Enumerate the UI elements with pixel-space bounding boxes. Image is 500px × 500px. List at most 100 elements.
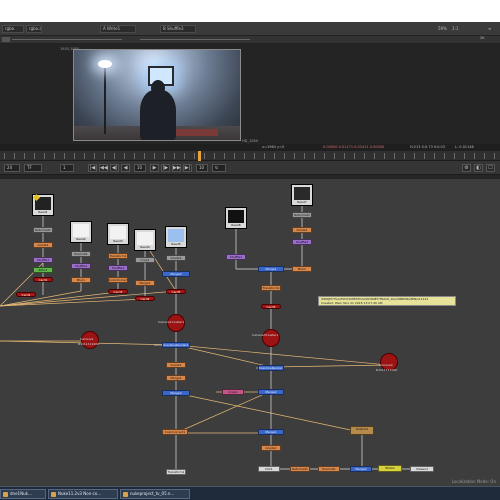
card-node-3[interactable]: Card3 bbox=[108, 289, 128, 294]
zoom-level[interactable]: 59% bbox=[438, 26, 447, 31]
viewer-menu-icon[interactable]: ≡ bbox=[488, 26, 491, 31]
node-roto[interactable]: Roto1 bbox=[33, 267, 53, 273]
node-grade-r[interactable]: Grade1 bbox=[292, 227, 312, 233]
output-node[interactable]: Output1 bbox=[350, 426, 374, 435]
gain-slider[interactable] bbox=[2, 37, 10, 42]
node-merge-a[interactable]: Merge1 bbox=[135, 280, 155, 286]
read-node-6[interactable]: Read6 bbox=[225, 207, 247, 229]
viewer-lock-icon[interactable]: ◧ bbox=[474, 164, 483, 172]
node-crop[interactable]: Crop1 bbox=[135, 257, 155, 263]
taskbar-item-3[interactable]: nukeproject_tv_05.n... bbox=[120, 489, 190, 499]
localization-mode-label: Localization Mode: On bbox=[451, 479, 496, 484]
node-merge-r2[interactable]: Merge2 bbox=[258, 389, 284, 395]
card-node-2[interactable]: Card2 bbox=[16, 292, 36, 297]
card-node-r[interactable]: Card3 bbox=[261, 304, 281, 309]
rug bbox=[174, 129, 218, 136]
node-merge-low[interactable]: Merge2 bbox=[350, 466, 372, 472]
read-node-label: Read3 bbox=[113, 239, 123, 243]
end-frame-field[interactable]: 10 bbox=[196, 164, 208, 172]
next-frame-button[interactable]: |▶ bbox=[161, 164, 170, 172]
card-node-1[interactable]: Card1 bbox=[33, 277, 53, 282]
prev-keyframe-button[interactable]: ◀◀ bbox=[99, 164, 108, 172]
node-scanline-render-1[interactable]: ScanlineRender1 bbox=[162, 342, 190, 348]
node-dot-low[interactable]: Dot1 bbox=[258, 466, 280, 472]
current-frame-field[interactable]: 1 bbox=[60, 164, 74, 172]
write-node[interactable]: Write1 bbox=[378, 465, 402, 472]
node-premult-low[interactable]: Premult1 bbox=[318, 466, 340, 472]
node-reformat-r[interactable]: Reformat1 bbox=[292, 212, 312, 218]
read-node-label: Read1 bbox=[38, 210, 48, 214]
card-node-4[interactable]: Card4 bbox=[135, 296, 155, 301]
read-node-2[interactable]: Read2 bbox=[70, 221, 92, 243]
node-transform-r[interactable]: Transform1 bbox=[261, 285, 281, 291]
viewer-settings-icon[interactable]: ⚙ bbox=[462, 164, 471, 172]
camera-node-3[interactable] bbox=[262, 329, 280, 347]
input-a-select[interactable]: A Write1 bbox=[100, 25, 136, 33]
node-premult[interactable]: Premult1 bbox=[71, 251, 91, 257]
zoom-ratio[interactable]: 1:1 bbox=[452, 26, 458, 31]
node-crop-m[interactable]: Crop1 bbox=[222, 389, 244, 395]
read-thumbnail bbox=[168, 229, 184, 242]
node-reformat[interactable]: Reformat1 bbox=[33, 227, 53, 233]
node-transform[interactable]: Transform1 bbox=[108, 253, 128, 259]
node-grade-m[interactable]: Grade1 bbox=[166, 362, 186, 368]
read-node-7[interactable]: Read7 bbox=[291, 184, 313, 206]
next-keyframe-button[interactable]: ▶▶ bbox=[172, 164, 181, 172]
card-node-5[interactable]: Card5 bbox=[166, 289, 186, 294]
node-scanline-render-2[interactable]: ScanlineRender1 bbox=[258, 365, 284, 371]
taskbar-item-1[interactable]: dne1Nuk... bbox=[0, 489, 46, 499]
tf-dropdown[interactable]: TF bbox=[24, 164, 42, 172]
sticky-note[interactable]: /PROJECTS/x/PxDCDWESTCGCODSNET/TRACK_Dax… bbox=[318, 296, 456, 306]
proxy-label[interactable]: 2K bbox=[480, 36, 485, 40]
lamp-light bbox=[98, 60, 112, 68]
node-shuffle-1[interactable]: Shuffle1 bbox=[33, 257, 53, 263]
timeline-ticks bbox=[4, 153, 496, 159]
node-shuffle-2[interactable]: Shuffle2 bbox=[71, 263, 91, 269]
node-merge-m2[interactable]: Merge2 bbox=[162, 390, 190, 396]
gamma-track[interactable] bbox=[140, 39, 250, 40]
node-blur[interactable]: Blur1 bbox=[71, 277, 91, 283]
play-forward-button[interactable]: ▶ bbox=[150, 164, 159, 172]
viewer-overlay-icon[interactable]: ☐ bbox=[486, 164, 495, 172]
node-grade-low[interactable]: Grade1 bbox=[261, 445, 281, 451]
nuke-icon bbox=[51, 492, 56, 497]
node-merge-r3[interactable]: Merge1 bbox=[258, 429, 284, 435]
node-shuffle-r1[interactable]: Shuffle1 bbox=[226, 254, 246, 260]
node-shuffle-3[interactable]: Shuffle3 bbox=[108, 265, 128, 271]
sticky-note-date: Created: Wed, Nov 21 2018 13:07:40 AM bbox=[321, 301, 383, 305]
loop-mode-dropdown[interactable]: ↻ bbox=[212, 164, 226, 172]
channels-dropdown[interactable]: rgba bbox=[2, 25, 24, 33]
play-backward-button[interactable]: ◀ bbox=[121, 164, 130, 172]
read-node-4[interactable]: Read4 bbox=[134, 229, 156, 251]
viewer-image[interactable] bbox=[73, 49, 241, 141]
node-grade-b[interactable]: Grade1 bbox=[166, 255, 186, 261]
timeline[interactable] bbox=[0, 151, 500, 161]
timeline-playhead[interactable] bbox=[198, 151, 201, 161]
gain-track[interactable] bbox=[12, 39, 122, 40]
node-colorcorrect-m[interactable]: ColorCorrect1 bbox=[162, 429, 188, 435]
input-b-select[interactable]: B Shuffle3 bbox=[160, 25, 196, 33]
viewer-node[interactable]: Viewer1 bbox=[410, 466, 434, 472]
frame-increment-field[interactable]: 10 bbox=[134, 164, 146, 172]
node-reformat-low[interactable]: Reformat1 bbox=[290, 466, 310, 472]
channel-select[interactable]: rgba.a bbox=[26, 25, 42, 33]
node-merge-r1[interactable]: Merge1 bbox=[258, 266, 284, 272]
node-merge-m[interactable]: Merge1 bbox=[166, 375, 186, 381]
viewer-info-bar: x=1964 y=5 0.00000 0.01171 0.03411 0.000… bbox=[0, 144, 500, 151]
fps-field[interactable]: 24 bbox=[4, 164, 20, 172]
read-node-5[interactable]: Read5 bbox=[165, 226, 187, 248]
node-merge-b[interactable]: Merge2 bbox=[162, 271, 190, 277]
taskbar-item-label: dne1Nuk... bbox=[10, 491, 32, 496]
taskbar-item-2[interactable]: Nuke11.2v3 Non-co... bbox=[48, 489, 118, 499]
node-grade[interactable]: Grade1 bbox=[33, 242, 53, 248]
read-node-3[interactable]: Read3 bbox=[107, 223, 129, 245]
node-shuffle-r2[interactable]: Shuffle2 bbox=[292, 239, 312, 245]
node-colorcorrect[interactable]: ColorCorrect1 bbox=[108, 277, 128, 283]
node-graph[interactable]: Read1 Read2 Read3 Read4 Read5 Read6 Read… bbox=[0, 179, 500, 486]
last-frame-button[interactable]: ▶| bbox=[183, 164, 192, 172]
prev-frame-button[interactable]: ◀| bbox=[110, 164, 119, 172]
viewer-panel[interactable]: 1920,1080 HD_1080 bbox=[0, 44, 500, 144]
node-blur-r[interactable]: Blur1 bbox=[292, 266, 312, 272]
first-frame-button[interactable]: |◀ bbox=[88, 164, 97, 172]
node-transform-low[interactable]: Transform1 bbox=[166, 469, 186, 475]
